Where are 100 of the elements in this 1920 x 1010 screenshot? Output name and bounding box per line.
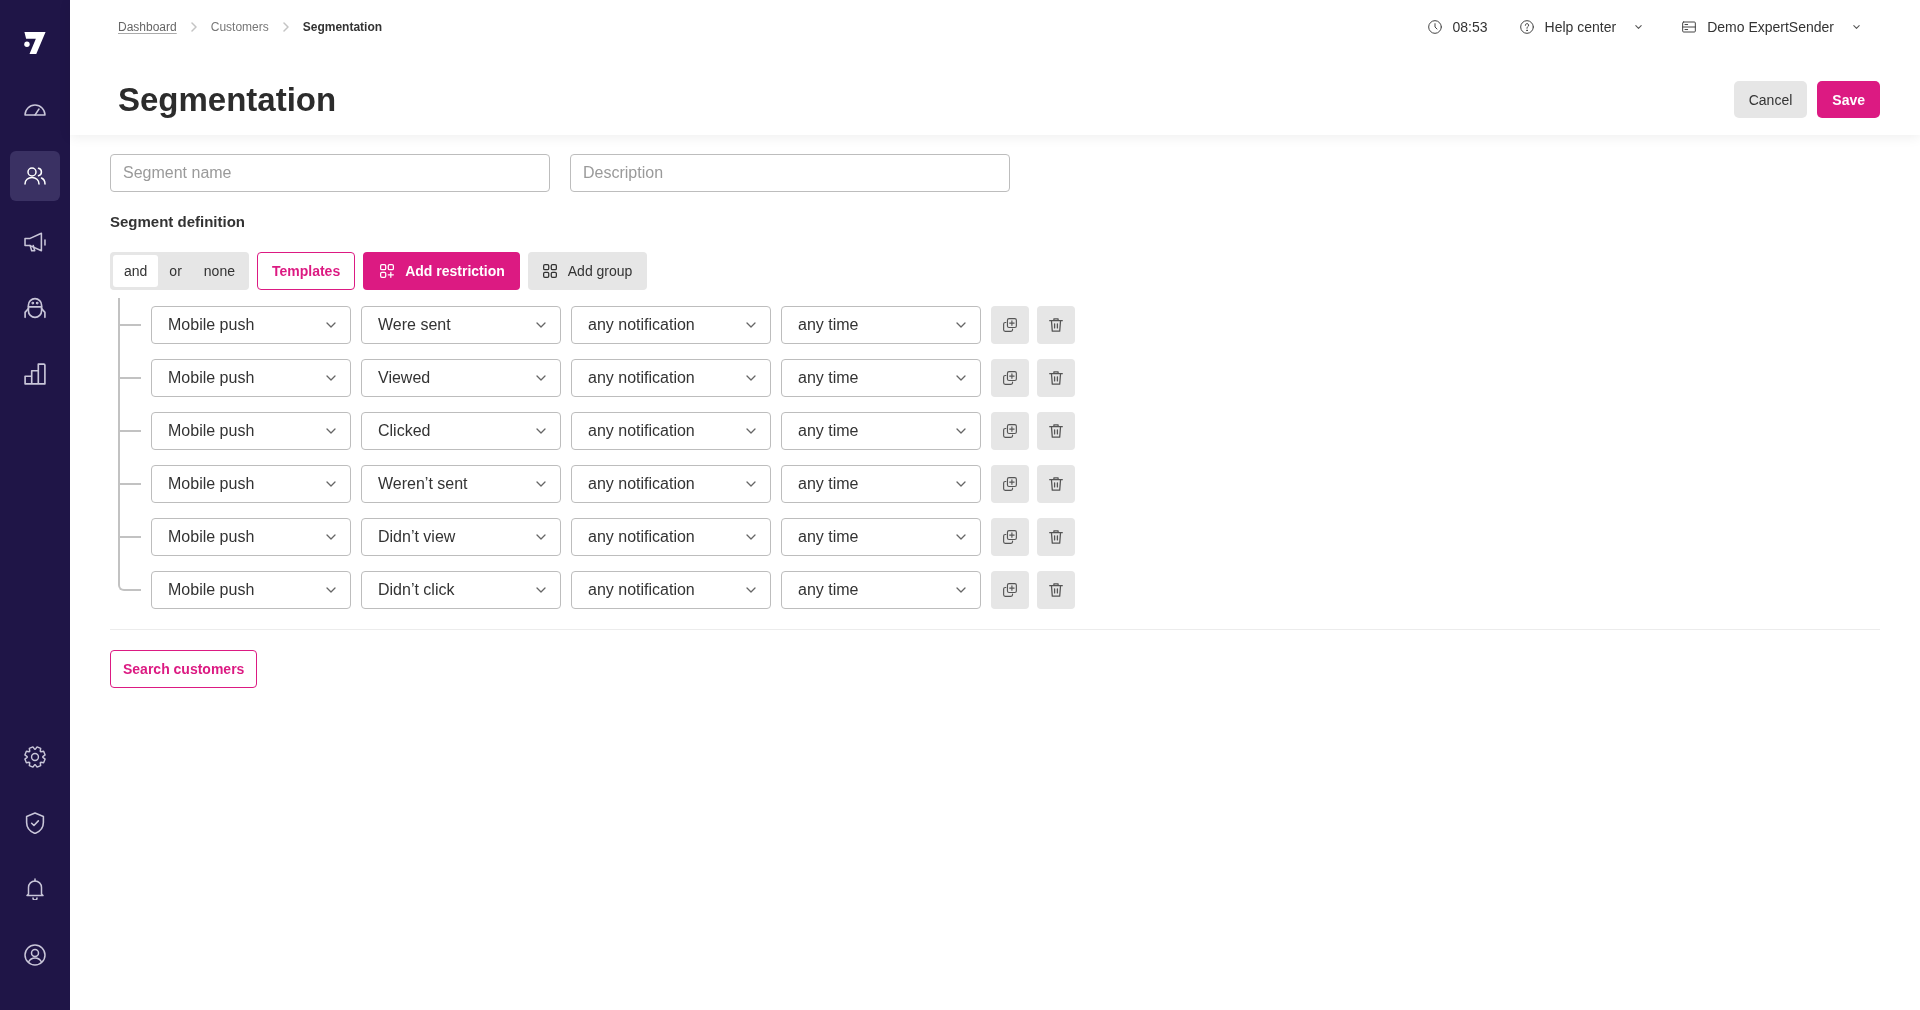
users-icon <box>24 165 46 187</box>
input-field[interactable]: Description <box>570 154 1010 192</box>
breadcrumb-link[interactable]: Customers <box>210 20 269 34</box>
clock-time: 08:53 <box>1452 19 1488 35</box>
trash-icon <box>1049 424 1063 438</box>
cancel-button[interactable]: Cancel <box>1733 81 1808 118</box>
trash-icon <box>1049 318 1063 332</box>
add-group-button[interactable]: Add group <box>527 252 648 290</box>
chevron-down-icon <box>1635 25 1643 29</box>
bell-icon <box>24 878 46 900</box>
chevron-down-icon <box>326 428 336 434</box>
dropdown[interactable]: any notification <box>571 571 771 609</box>
toggle-option[interactable]: or <box>158 255 193 287</box>
chevron-down-icon <box>536 322 546 328</box>
chevron-down-icon <box>746 481 756 487</box>
chevron-down-icon <box>746 587 756 593</box>
delete-button[interactable] <box>1037 412 1075 450</box>
dropdown[interactable]: Mobile push <box>151 306 351 344</box>
dropdown[interactable]: Mobile push <box>151 518 351 556</box>
account-menu[interactable]: Demo ExpertSender <box>1682 19 1860 35</box>
dropdown[interactable]: Mobile push <box>151 571 351 609</box>
toggle-option[interactable]: none <box>192 255 246 287</box>
delete-button[interactable] <box>1037 518 1075 556</box>
megaphone-icon <box>24 231 46 253</box>
help-center-menu[interactable]: Help center <box>1519 19 1643 35</box>
chevron-down-icon <box>326 375 336 381</box>
tree-connector <box>118 450 141 503</box>
duplicate-button[interactable] <box>991 518 1029 556</box>
delete-button[interactable] <box>1037 465 1075 503</box>
dropdown[interactable]: any time <box>781 412 981 450</box>
chevron-down-icon <box>536 587 546 593</box>
chevron-down-icon <box>536 428 546 434</box>
chevron-down-icon <box>956 375 966 381</box>
chevron-down-icon <box>326 481 336 487</box>
toggle-option[interactable]: and <box>113 255 159 287</box>
dropdown[interactable]: Mobile push <box>151 465 351 503</box>
shield-check-icon <box>24 812 46 834</box>
duplicate-button[interactable] <box>991 571 1029 609</box>
section-heading: Segment definition <box>110 212 245 232</box>
tree-connector <box>118 344 141 397</box>
bar-chart-icon <box>24 363 46 385</box>
trash-icon <box>1049 371 1063 385</box>
chevron-down-icon <box>326 534 336 540</box>
duplicate-button[interactable] <box>991 412 1029 450</box>
dropdown[interactable]: any notification <box>571 412 771 450</box>
grid-plus-icon <box>380 264 395 278</box>
dropdown[interactable]: any time <box>781 359 981 397</box>
save-button[interactable]: Save <box>1817 81 1880 118</box>
dropdown[interactable]: Clicked <box>361 412 561 450</box>
chevron-right-icon <box>282 22 289 32</box>
dropdown[interactable]: Mobile push <box>151 412 351 450</box>
delete-button[interactable] <box>1037 306 1075 344</box>
chevron-right-icon <box>190 22 197 32</box>
copy-icon <box>1003 318 1017 332</box>
breadcrumb-current: Segmentation <box>302 20 383 34</box>
duplicate-button[interactable] <box>991 306 1029 344</box>
chevron-down-icon <box>956 481 966 487</box>
dropdown[interactable]: Weren’t sent <box>361 465 561 503</box>
breadcrumb-link[interactable]: Dashboard <box>118 20 177 34</box>
logo-icon <box>24 30 46 56</box>
chevron-down-icon <box>1853 25 1860 29</box>
dropdown[interactable]: any notification <box>571 465 771 503</box>
duplicate-button[interactable] <box>991 465 1029 503</box>
add-restriction-button[interactable]: Add restriction <box>363 252 520 290</box>
help-icon <box>1519 20 1534 34</box>
chevron-down-icon <box>326 322 336 328</box>
templates-button[interactable]: Templates <box>256 252 356 290</box>
tree-connector <box>118 397 141 450</box>
dropdown[interactable]: any time <box>781 518 981 556</box>
duplicate-button[interactable] <box>991 359 1029 397</box>
dropdown[interactable]: Viewed <box>361 359 561 397</box>
copy-icon <box>1003 583 1017 597</box>
dropdown[interactable]: any notification <box>571 306 771 344</box>
chevron-down-icon <box>746 428 756 434</box>
chevron-down-icon <box>536 375 546 381</box>
page-title: Segmentation <box>118 81 337 118</box>
chevron-down-icon <box>956 428 966 434</box>
copy-icon <box>1003 371 1017 385</box>
dropdown[interactable]: any time <box>781 306 981 344</box>
delete-button[interactable] <box>1037 359 1075 397</box>
chevron-down-icon <box>326 587 336 593</box>
dropdown[interactable]: any notification <box>571 359 771 397</box>
input-field[interactable]: Segment name <box>110 154 550 192</box>
trash-icon <box>1049 530 1063 544</box>
clock-icon <box>1427 20 1442 34</box>
dropdown[interactable]: Didn’t view <box>361 518 561 556</box>
chevron-down-icon <box>746 534 756 540</box>
search-customers-button[interactable]: Search customers <box>110 650 258 688</box>
dropdown[interactable]: any notification <box>571 518 771 556</box>
nav-item[interactable] <box>10 151 60 201</box>
dropdown[interactable]: any time <box>781 571 981 609</box>
dropdown[interactable]: Were sent <box>361 306 561 344</box>
settings-icon <box>24 746 46 768</box>
chevron-down-icon <box>746 322 756 328</box>
delete-button[interactable] <box>1037 571 1075 609</box>
grid-icon <box>542 264 557 278</box>
dropdown[interactable]: Didn’t click <box>361 571 561 609</box>
dropdown[interactable]: any time <box>781 465 981 503</box>
panel-icon <box>1682 20 1697 34</box>
dropdown[interactable]: Mobile push <box>151 359 351 397</box>
